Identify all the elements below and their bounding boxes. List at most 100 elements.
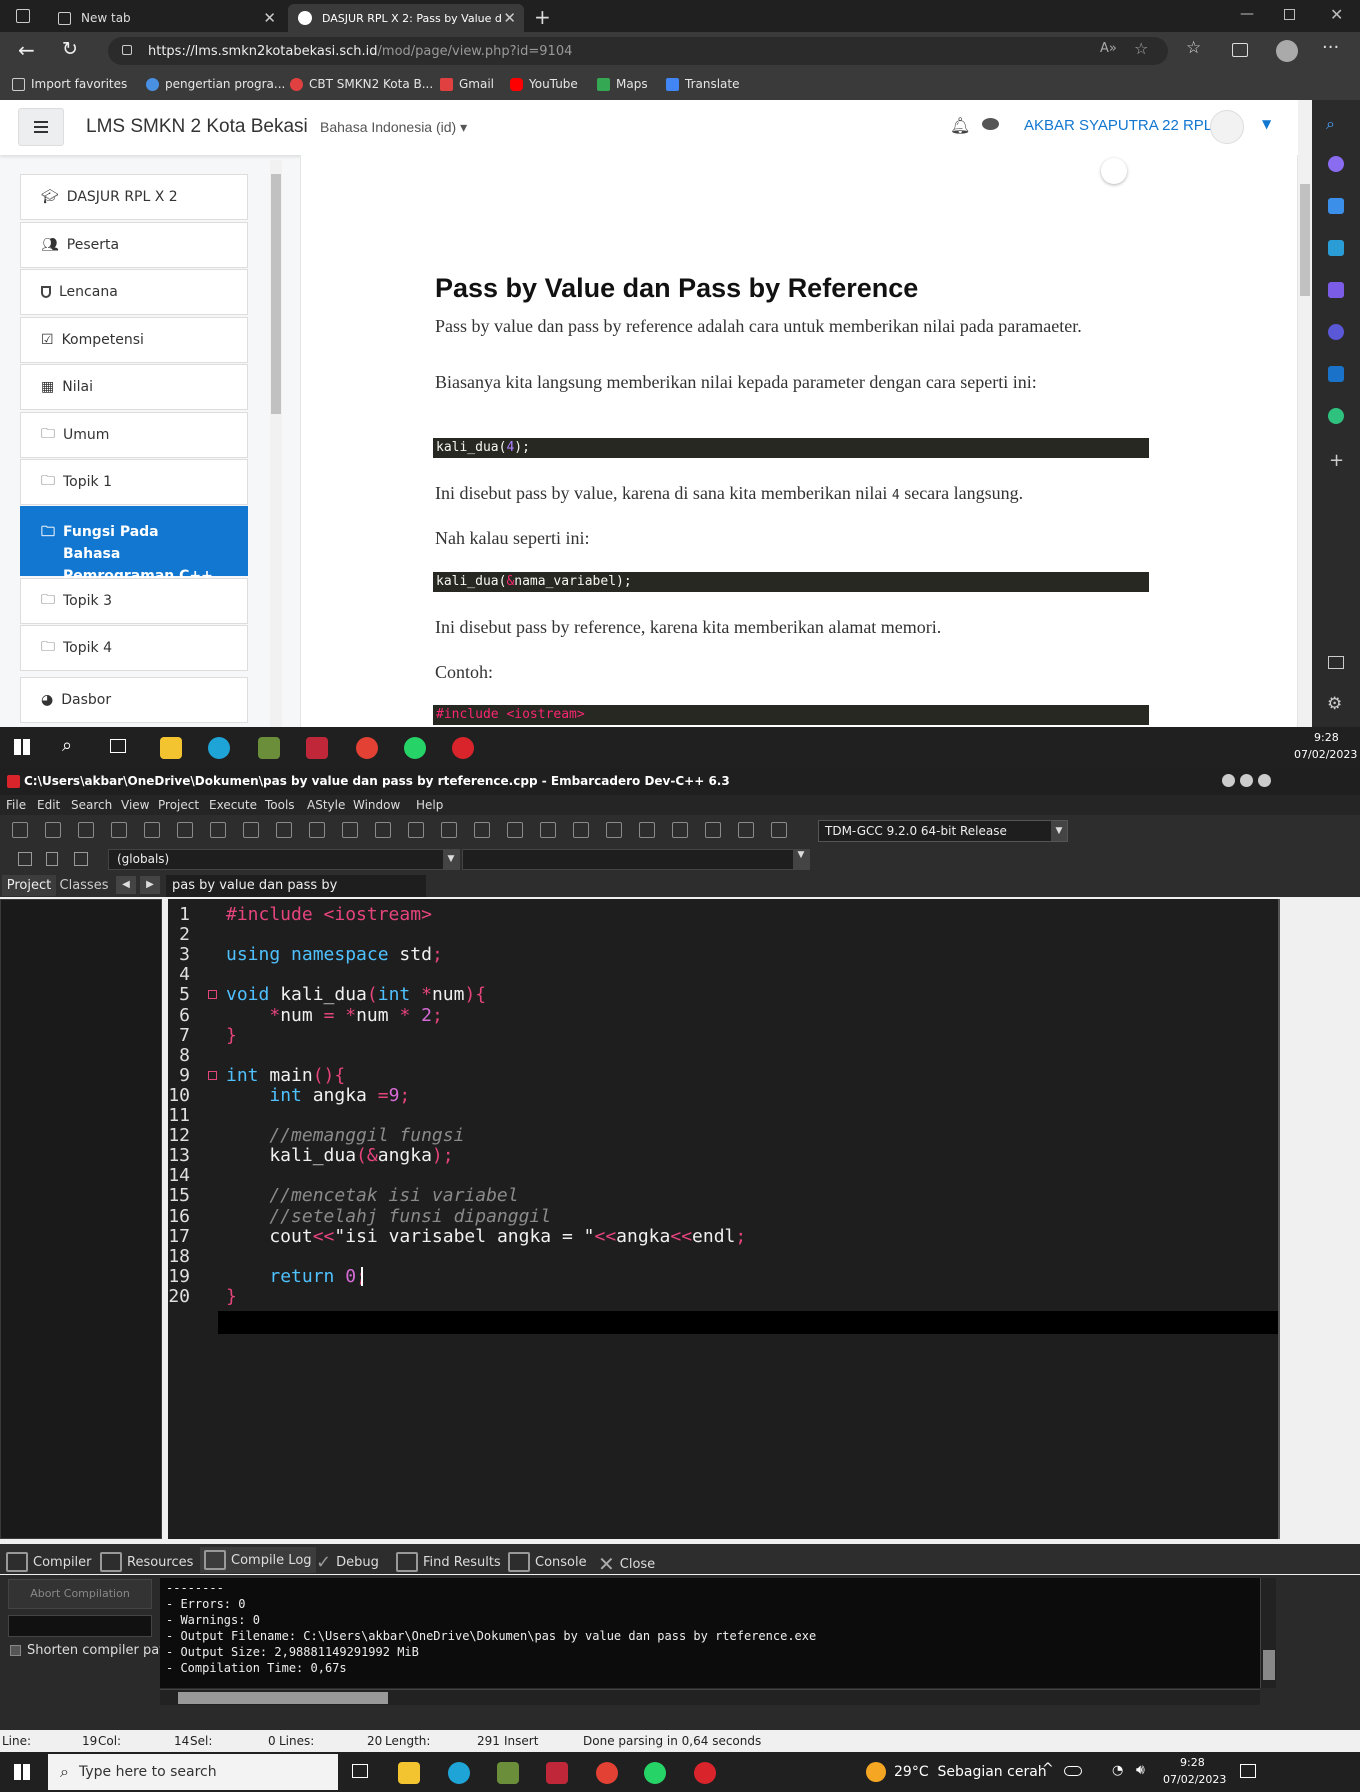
menu-view[interactable]: View xyxy=(121,798,149,812)
url-field[interactable]: https://lms.smkn2kotabekasi.sch.id/mod/p… xyxy=(108,37,1168,65)
read-aloud-icon[interactable]: A» xyxy=(1100,41,1117,56)
goto-icon[interactable] xyxy=(441,822,457,838)
menu-edit[interactable]: Edit xyxy=(37,798,60,812)
hamburger-menu-button[interactable] xyxy=(18,108,64,146)
log-vscrollbar[interactable] xyxy=(1260,1578,1276,1688)
file-tab[interactable]: pas by value dan pass by rteference.cpp✕ xyxy=(166,875,426,915)
minimize-icon[interactable]: — xyxy=(1240,6,1254,22)
menu-tools[interactable]: Tools xyxy=(265,798,295,812)
print-icon[interactable] xyxy=(210,822,226,838)
close-tab-icon[interactable]: ✕ xyxy=(503,9,516,27)
tab-compile-log[interactable]: Compile Log xyxy=(200,1547,316,1573)
bookmark-cbt[interactable]: CBT SMKN2 Kota B... xyxy=(290,77,433,91)
weather-sun-icon[interactable] xyxy=(866,1762,886,1782)
restore-icon[interactable] xyxy=(1284,9,1295,20)
close-all-icon[interactable] xyxy=(177,822,193,838)
sidebar-item-dasjur[interactable]: 🎓︎ DASJUR RPL X 2 xyxy=(20,174,248,220)
file-explorer-icon[interactable] xyxy=(398,1762,420,1784)
devcpp-icon[interactable] xyxy=(452,737,474,759)
fold-marker-icon[interactable] xyxy=(208,990,217,1000)
tab-find-results[interactable]: Find Results xyxy=(396,1552,501,1572)
favorites-icon[interactable]: ☆ xyxy=(1186,38,1201,58)
games-icon[interactable] xyxy=(1328,282,1344,298)
project-pane[interactable] xyxy=(0,899,162,1539)
close-icon[interactable] xyxy=(144,822,160,838)
tab-dasjur[interactable]: DASJUR RPL X 2: Pass by Value d ✕ xyxy=(288,4,524,32)
compiler-select[interactable]: TDM-GCC 9.2.0 64-bit Release ▼ xyxy=(818,820,1068,842)
network-icon[interactable]: ◔ xyxy=(1112,1763,1123,1778)
close-panel-button[interactable]: ✕ Close xyxy=(598,1552,655,1576)
file-explorer-icon[interactable] xyxy=(160,737,182,759)
chat-icon[interactable] xyxy=(982,118,999,130)
tab-actions-icon[interactable] xyxy=(16,9,30,23)
clock-date[interactable]: 07/02/2023 xyxy=(1163,1773,1226,1786)
menu-help[interactable]: Help xyxy=(416,798,443,812)
clock-time[interactable]: 9:28 xyxy=(1180,1756,1205,1769)
sidebar-scrollbar[interactable] xyxy=(270,160,282,727)
collections-icon[interactable] xyxy=(1232,43,1248,57)
class-browser-icon[interactable] xyxy=(18,852,32,866)
user-name[interactable]: AKBAR SYAPUTRA 22 RPL 2 xyxy=(1024,117,1224,134)
minecraft-icon[interactable] xyxy=(258,737,280,759)
save-icon[interactable] xyxy=(78,822,94,838)
sidebar-layout-icon[interactable] xyxy=(1328,656,1344,669)
save-all-icon[interactable] xyxy=(111,822,127,838)
bookmark-icon[interactable] xyxy=(46,852,58,866)
function-select[interactable]: ▼ xyxy=(462,849,810,870)
stop-icon[interactable] xyxy=(705,822,721,838)
task-view-icon[interactable] xyxy=(110,739,126,753)
shopping-tag-icon[interactable] xyxy=(1328,198,1344,214)
minimize-icon[interactable] xyxy=(1222,774,1235,787)
chrome-icon[interactable] xyxy=(596,1762,618,1784)
whatsapp-icon[interactable] xyxy=(644,1762,666,1784)
sidebar-item-lencana[interactable]: Lencana xyxy=(20,269,248,315)
compile-log-text[interactable]: -------- - Errors: 0 - Warnings: 0 - Out… xyxy=(160,1578,1260,1688)
windows-start-icon[interactable] xyxy=(14,1764,30,1780)
replace-icon[interactable] xyxy=(276,822,292,838)
open-icon[interactable] xyxy=(45,822,61,838)
unindent-icon[interactable] xyxy=(342,822,358,838)
maximize-icon[interactable] xyxy=(1240,774,1253,787)
new-file-icon[interactable] xyxy=(12,822,28,838)
edge-icon[interactable] xyxy=(448,1762,470,1784)
fold-marker-icon[interactable] xyxy=(208,1070,217,1080)
sidebar-item-topik-4[interactable]: 🗀 Topik 4 xyxy=(20,625,248,671)
bookmarks-list-icon[interactable] xyxy=(74,852,88,866)
bell-icon[interactable]: 🔔︎ xyxy=(950,116,970,135)
shorten-path-checkbox[interactable]: Shorten compiler path xyxy=(10,1643,173,1658)
close-window-icon[interactable] xyxy=(1258,774,1271,787)
devcpp-icon[interactable] xyxy=(694,1762,716,1784)
sidebar-scroll-thumb[interactable] xyxy=(271,174,281,414)
log-hscrollbar[interactable] xyxy=(160,1689,1260,1705)
copilot-icon[interactable] xyxy=(1328,156,1344,172)
indent-icon[interactable] xyxy=(309,822,325,838)
compile-check-icon[interactable] xyxy=(672,822,688,838)
bookmark-import-favorites[interactable]: Import favorites xyxy=(12,77,127,91)
taskbar-search-box[interactable]: ⌕ Type here to search xyxy=(48,1754,338,1790)
tab-compiler[interactable]: Compiler xyxy=(6,1552,92,1572)
sidebar-item-topik-3[interactable]: 🗀 Topik 3 xyxy=(20,578,248,624)
layout-1-icon[interactable] xyxy=(540,822,556,838)
layout-4-icon[interactable] xyxy=(639,822,655,838)
edge-icon[interactable] xyxy=(208,737,230,759)
clear-icon[interactable] xyxy=(771,822,787,838)
windows-start-icon[interactable] xyxy=(14,739,30,755)
back-arrow-icon[interactable]: ← xyxy=(18,38,35,62)
profile-avatar-icon[interactable] xyxy=(1276,40,1298,62)
layout-2-icon[interactable] xyxy=(573,822,589,838)
user-menu-caret-icon[interactable]: ▼ xyxy=(1262,117,1271,131)
site-title[interactable]: LMS SMKN 2 Kota Bekasi xyxy=(86,116,308,138)
sidebar-item-umum[interactable]: 🗀 Umum xyxy=(20,412,248,458)
bookmark-youtube[interactable]: YouTube xyxy=(510,77,578,91)
menu-file[interactable]: File xyxy=(6,798,26,812)
page-scroll-thumb[interactable] xyxy=(1300,184,1310,296)
sidebar-item-dasbor[interactable]: ◕ Dasbor xyxy=(20,677,248,723)
tab-classes[interactable]: Classes xyxy=(58,875,110,896)
volume-icon[interactable]: 🔊︎ xyxy=(1136,1762,1145,1778)
menu-window[interactable]: Window xyxy=(353,798,400,812)
bookmark-pengertian[interactable]: pengertian progra... xyxy=(146,77,285,91)
notification-icon[interactable] xyxy=(1240,1764,1256,1778)
sidebar-item-fungsi[interactable]: 🗀 Fungsi Pada Bahasa Pemrograman C++ xyxy=(20,506,248,584)
sidebar-item-kompetensi[interactable]: ☑ Kompetensi xyxy=(20,317,248,363)
weather-text[interactable]: 29°C Sebagian cerah xyxy=(894,1764,1047,1780)
